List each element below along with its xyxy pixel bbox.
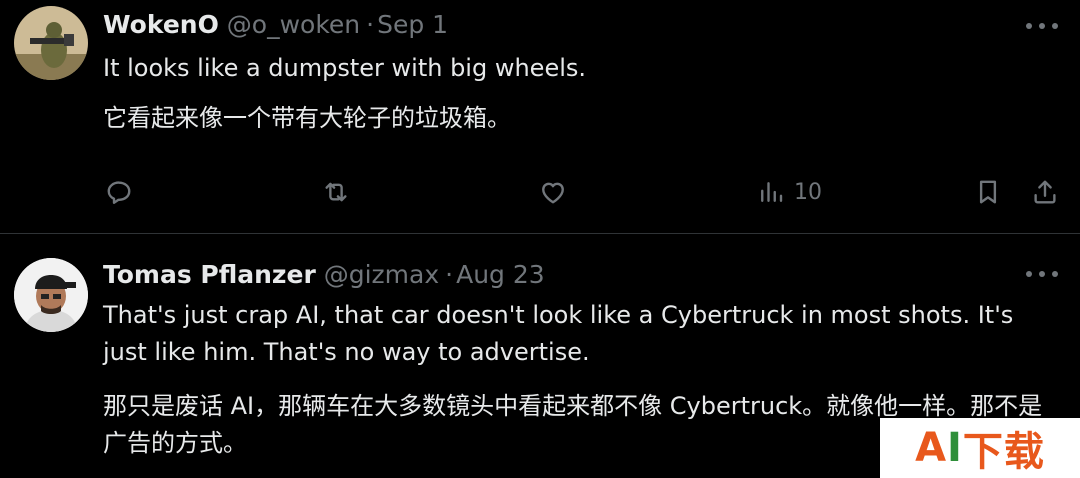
tweet-actions: 10 [0,171,1080,213]
watermark-part-i: I [947,425,963,471]
tweet-date[interactable]: Sep 1 [377,10,448,39]
more-options-icon[interactable] [1026,20,1058,32]
views-button[interactable]: 10 [756,175,822,209]
tweet-wokeno[interactable]: WokenO @o_woken · Sep 1 It looks like a du… [0,0,1080,232]
bookmark-button[interactable] [973,175,1003,209]
watermark-part-a: A [915,425,948,471]
share-button[interactable] [1030,175,1060,209]
avatar[interactable] [14,6,88,80]
avatar[interactable] [14,258,88,332]
retweet-icon [325,182,347,202]
user-handle[interactable]: @gizmax [324,260,439,289]
reply-icon [107,181,131,204]
user-handle[interactable]: @o_woken [227,10,360,39]
views-count: 10 [794,179,822,205]
tweet-header: WokenO @o_woken · Sep 1 [103,7,448,43]
like-button[interactable] [538,175,568,209]
display-name[interactable]: Tomas Pflanzer [103,260,316,289]
more-options-icon[interactable] [1026,268,1058,280]
reply-button[interactable] [104,175,134,209]
avatar-image [14,258,88,332]
tweet-text-chinese: 它看起来像一个带有大轮子的垃圾箱。 [103,104,511,132]
avatar-image [14,6,88,80]
bookmark-icon [979,180,997,204]
views-icon [761,182,783,202]
separator-dot: · [445,260,454,289]
retweet-button[interactable] [321,175,351,209]
share-icon [1034,180,1056,204]
like-icon [542,182,564,204]
watermark-part-rest: 下载 [962,429,1045,475]
tweet-date[interactable]: Aug 23 [456,260,545,289]
watermark-logo: A I 下载 [880,418,1080,478]
display-name[interactable]: WokenO [103,10,219,39]
separator-dot: · [366,10,375,39]
tweet-text-english: That's just crap AI, that car doesn't lo… [103,301,1014,366]
tweet-text-english: It looks like a dumpster with big wheels… [103,54,587,82]
tweet-header: Tomas Pflanzer @gizmax · Aug 23 [103,257,545,293]
